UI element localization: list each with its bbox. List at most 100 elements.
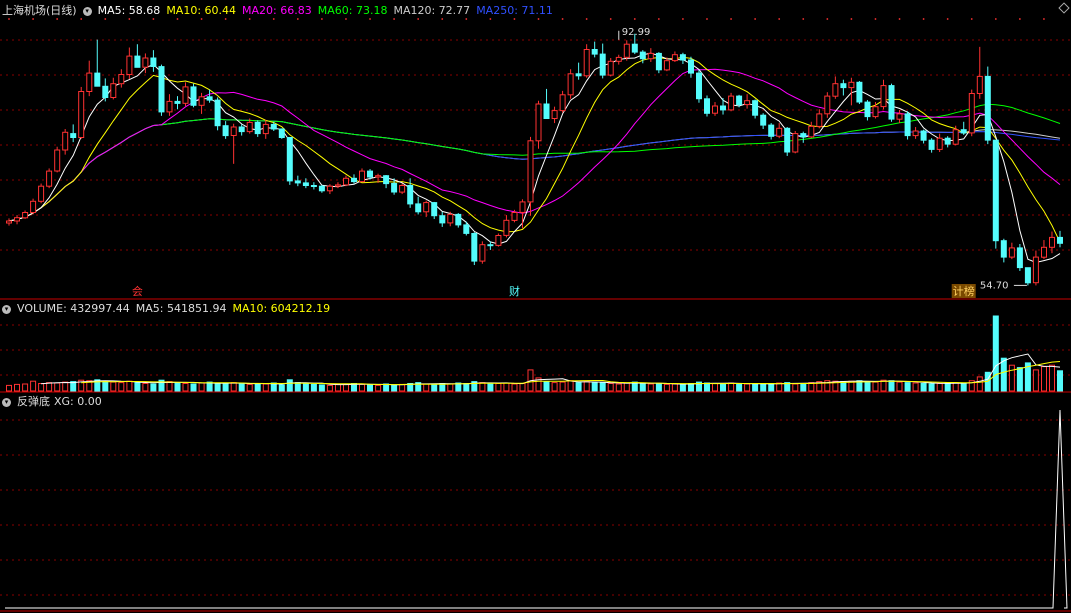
volume-bar (912, 382, 919, 392)
candle-body (567, 73, 574, 96)
volume-bar (254, 383, 261, 392)
volume-bar (888, 380, 895, 392)
candle-body (647, 52, 654, 60)
volume-bar (150, 383, 157, 392)
candle-body (583, 49, 590, 77)
volume-bar (134, 382, 141, 392)
candle-body (110, 83, 117, 98)
event-dot (345, 18, 347, 20)
candle-body (607, 60, 614, 76)
candle-body (655, 52, 662, 71)
candle-body (688, 59, 694, 74)
candle-body (150, 57, 157, 67)
volume-bar (768, 383, 775, 392)
volume-bar (391, 384, 398, 392)
candle-body (46, 170, 53, 187)
candle-body (22, 212, 29, 219)
event-dot (320, 18, 323, 20)
event-dot (369, 18, 371, 20)
event-marker-mid: 财 (509, 284, 520, 298)
candle-body (318, 185, 325, 192)
volume-bar (30, 380, 37, 392)
candle-body (840, 83, 847, 89)
candle-body (359, 170, 365, 183)
candle-body (1000, 240, 1007, 258)
event-dot (489, 18, 492, 20)
volume-bar (944, 382, 951, 392)
volume-bar (46, 382, 53, 392)
indicator-settings-icon[interactable]: ▾ (2, 397, 11, 407)
volume-bar (1000, 357, 1007, 392)
candle-body (936, 137, 943, 150)
legend-ma20: MA20: 66.83 (242, 4, 312, 17)
candle-body (310, 185, 317, 187)
event-dot (176, 18, 179, 20)
volume-bar (126, 380, 133, 392)
candle-body (503, 219, 510, 236)
event-dot (706, 18, 708, 20)
event-dot (970, 18, 973, 20)
candle-body (800, 133, 807, 138)
candle-body (976, 75, 983, 95)
volume-bar (543, 381, 550, 392)
candle-body (920, 130, 927, 141)
legend-vol-ma10: MA10: 604212.19 (232, 302, 331, 315)
volume-bar (22, 383, 29, 392)
candle-body (1032, 256, 1039, 284)
volume-bar (262, 383, 269, 392)
volume-bar (599, 382, 606, 392)
candle-body (559, 94, 566, 112)
event-dot (1018, 18, 1021, 20)
event-dot (200, 18, 203, 20)
candle-body (78, 91, 85, 138)
ma10-line (8, 56, 1061, 243)
candle-body (463, 224, 470, 234)
candle-body (182, 86, 189, 104)
candle-body (1024, 267, 1031, 284)
indicator-xg: XG: 0.00 (54, 395, 102, 408)
event-dot (417, 18, 420, 20)
candle-body (70, 133, 77, 139)
volume-bar (647, 383, 654, 392)
candle-body (768, 124, 775, 137)
event-marker-right: 计榜 (953, 284, 975, 298)
candle-body (720, 105, 726, 111)
candle-body (744, 100, 751, 106)
volume-settings-icon[interactable]: ▾ (2, 304, 11, 314)
candle-body (286, 137, 293, 182)
candle-body (792, 133, 799, 153)
event-dot (465, 18, 468, 20)
volume-bar (840, 381, 847, 392)
volume-bar (174, 382, 181, 392)
legend-ma120: MA120: 72.77 (393, 4, 471, 17)
volume-bar (367, 384, 373, 392)
candle-body (391, 183, 398, 193)
candle-body (214, 99, 221, 127)
candle-body (856, 81, 863, 103)
candle-body (262, 123, 269, 135)
volume-bar (936, 383, 943, 392)
candle-body (736, 95, 743, 106)
candle-body (6, 220, 12, 224)
candle-body (302, 182, 309, 186)
candle-body (623, 43, 630, 58)
event-dot (682, 18, 684, 20)
legend-ma60: MA60: 73.18 (317, 4, 388, 17)
price-legend: 上海机场(日线) ▾ MA5: 58.68 MA10: 60.44 MA20: 66.8… (2, 3, 559, 18)
candle-body (102, 85, 109, 99)
candle-body (94, 72, 101, 87)
event-dot (56, 18, 59, 20)
settings-circle-icon[interactable]: ▾ (82, 6, 92, 16)
volume-bar (230, 382, 237, 392)
event-dot (272, 18, 275, 20)
ma5-line (8, 52, 1061, 264)
volume-bar (591, 382, 598, 392)
event-dot (946, 18, 949, 20)
volume-bar (1049, 364, 1055, 392)
volume-bar (182, 383, 189, 392)
candle-body (816, 113, 823, 127)
legend-volume: VOLUME: 432997.44 (17, 302, 130, 315)
ma250-line (8, 118, 1061, 222)
candle-body (431, 202, 438, 217)
candle-body (872, 106, 879, 118)
